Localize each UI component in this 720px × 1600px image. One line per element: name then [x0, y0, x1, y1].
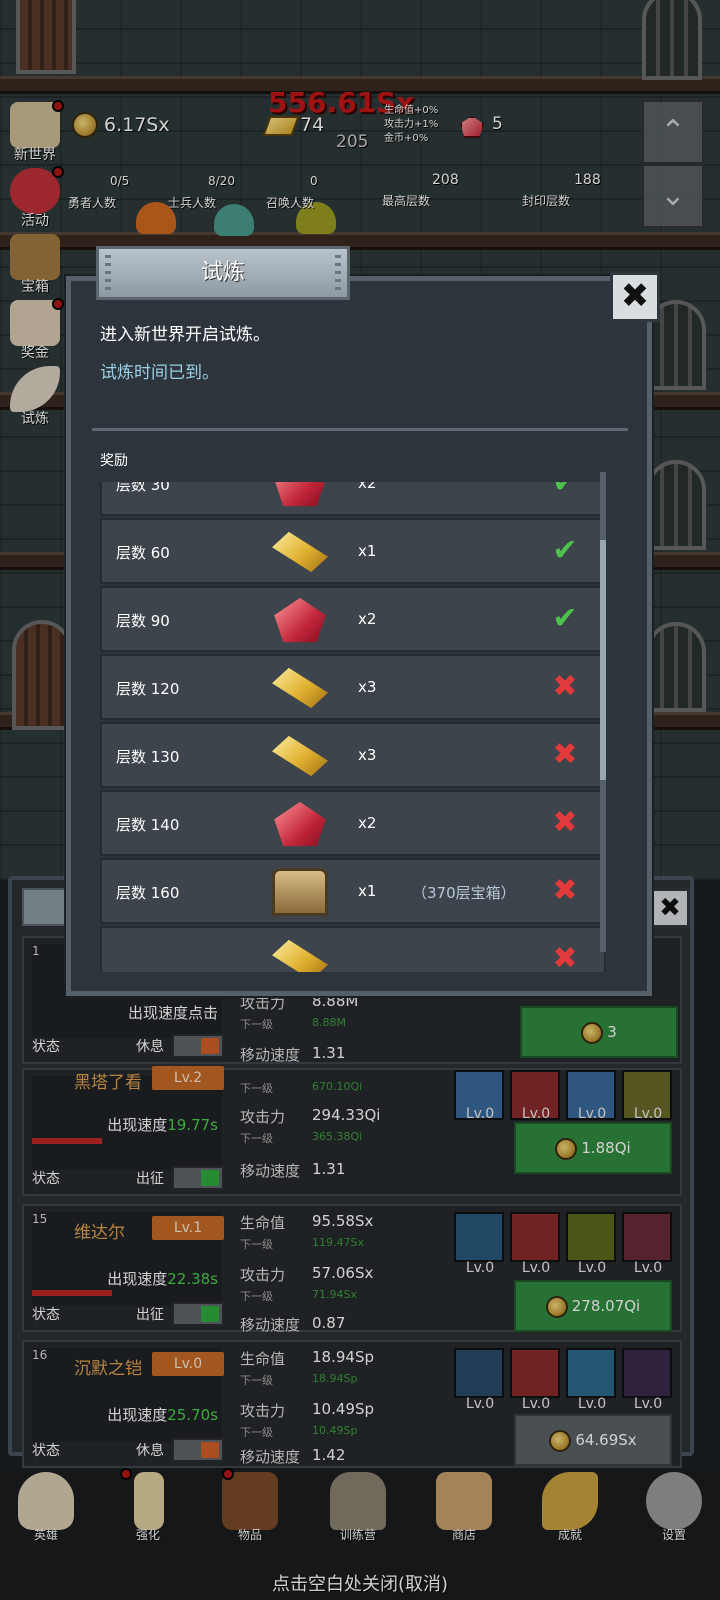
reward-count: x3: [358, 746, 377, 764]
reward-floor: 层数 130: [116, 748, 180, 766]
gold-bar-icon: [272, 531, 328, 573]
check-icon: ✔: [552, 533, 578, 568]
gem-icon: [274, 482, 326, 507]
cross-icon: ✖: [552, 737, 578, 772]
reward-count: x3: [358, 678, 377, 696]
modal-title: 试炼: [96, 246, 350, 300]
modal-message-2: 试炼时间已到。: [100, 363, 219, 383]
modal-close-button[interactable]: ✖: [610, 272, 660, 322]
gold-bar-icon: [272, 939, 328, 972]
reward-row: 层数 90 x2 ✔: [100, 586, 606, 652]
reward-row: 层数 60 x1 ✔: [100, 518, 606, 584]
reward-count: x2: [358, 482, 377, 492]
reward-row: 层数 140 x2 ✖: [100, 790, 606, 856]
reward-floor: 层数 90: [116, 612, 170, 630]
reward-note: （370层宝箱）: [412, 884, 516, 902]
cross-icon: ✖: [552, 873, 578, 908]
cross-icon: ✖: [552, 669, 578, 704]
reward-row: ✖: [100, 926, 606, 972]
reward-floor: 层数 160: [116, 884, 180, 902]
reward-floor: 层数 60: [116, 544, 170, 562]
gem-icon: [274, 801, 326, 847]
reward-row: 层数 130 x3 ✖: [100, 722, 606, 788]
check-icon: ✔: [552, 482, 578, 500]
gold-bar-icon: [272, 735, 328, 777]
reward-row: 层数 160 x1 （370层宝箱） ✖: [100, 858, 606, 924]
modal-divider: [92, 428, 628, 431]
gold-bar-icon: [272, 667, 328, 709]
reward-floor: 层数 30: [116, 482, 170, 494]
rewards-list[interactable]: 层数 30 x2 ✔ 层数 60 x1 ✔ 层数 90 x2 ✔ 层数 120 …: [100, 482, 608, 972]
reward-floor: 层数 140: [116, 816, 180, 834]
reward-count: x2: [358, 814, 377, 832]
gem-icon: [274, 597, 326, 643]
cross-icon: ✖: [552, 805, 578, 840]
chest-icon: [272, 868, 328, 916]
rewards-scroll-thumb[interactable]: [600, 540, 606, 780]
rewards-label: 奖励: [100, 453, 128, 469]
reward-row: 层数 120 x3 ✖: [100, 654, 606, 720]
reward-row: 层数 30 x2 ✔: [100, 482, 606, 516]
reward-floor: 层数 120: [116, 680, 180, 698]
cross-icon: ✖: [552, 941, 578, 973]
reward-count: x2: [358, 610, 377, 628]
check-icon: ✔: [552, 601, 578, 636]
reward-count: x1: [358, 882, 377, 900]
modal-message-1: 进入新世界开启试炼。: [100, 325, 270, 345]
reward-count: x1: [358, 542, 377, 560]
